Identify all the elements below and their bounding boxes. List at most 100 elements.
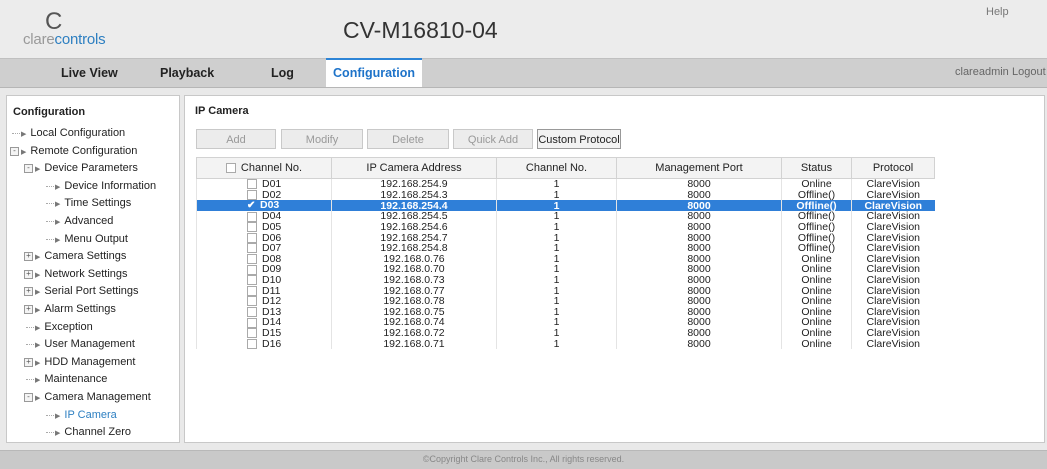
col-header-camera-channel[interactable]: Channel No. [496,157,617,179]
checkbox-icon[interactable] [247,222,257,233]
section-title: IP Camera [195,105,249,117]
checkbox-icon[interactable] [247,296,257,307]
clare-controls-logo: C clarecontrols [23,8,133,52]
sidebar-item-camera-management[interactable]: ▶ Camera Management [35,389,151,405]
tab-live-view[interactable]: Live View [61,59,118,87]
table-row[interactable]: D12 192.168.0.78 1 8000 Online ClareVision [196,295,935,307]
sidebar-item-alarm-settings[interactable]: ▶ Alarm Settings [35,301,116,317]
sidebar-item-menu-output[interactable]: ▶ Menu Output [55,231,128,247]
add-button[interactable]: Add [196,129,276,149]
help-link[interactable]: Help [986,6,1009,18]
sidebar-item-hdd-management[interactable]: ▶ HDD Management [35,354,135,370]
table-row[interactable]: D10 192.168.0.73 1 8000 Online ClareVision [196,274,935,286]
sidebar-item-maintenance[interactable]: ▶ Maintenance [35,371,107,387]
table-row[interactable]: D01 192.168.254.9 1 8000 Online ClareVision [196,178,935,190]
checkmark-icon[interactable]: ✔ [247,201,256,211]
sidebar-item-label: User Management [44,338,135,351]
config-sidebar: Configuration ▶ Local Configuration ▶ Remot… [6,95,180,443]
triangle-right-icon: ▶ [35,377,41,385]
collapse-icon[interactable]: - [10,146,19,156]
sidebar-item-time-settings[interactable]: ▶ Time Settings [55,195,131,211]
cell-camera-channel: 1 [496,327,617,339]
collapse-icon[interactable]: - [24,164,33,174]
cell-protocol: ClareVision [851,295,935,307]
checkbox-icon[interactable] [247,264,257,275]
table-header-row: Channel No. IP Camera Address Channel No… [196,157,935,179]
col-header-ip-address[interactable]: IP Camera Address [331,157,497,179]
table-row[interactable]: D15 192.168.0.72 1 8000 Online ClareVision [196,327,935,339]
cell-status: Offline() [781,221,852,233]
col-header-status[interactable]: Status [781,157,852,179]
expand-icon[interactable]: + [24,252,33,262]
triangle-right-icon: ▶ [55,430,61,438]
checkbox-icon[interactable] [247,232,257,243]
sidebar-item-device-information[interactable]: ▶ Device Information [55,178,156,194]
checkbox-icon[interactable] [247,243,257,254]
modify-button[interactable]: Modify [281,129,363,149]
sidebar-item-label: Local Configuration [30,127,126,139]
sidebar-item-local-configuration[interactable]: ▶ Local Configuration [21,125,125,141]
checkbox-icon[interactable] [247,211,257,222]
table-row[interactable]: D07 192.168.254.8 1 8000 Offline() ClareVisio… [196,243,935,254]
sidebar-item-network-settings[interactable]: ▶ Network Settings [35,266,128,282]
cell-protocol: ClareVision [851,338,935,349]
triangle-right-icon: ▶ [35,324,41,332]
cell-channel[interactable]: D16 [196,338,332,349]
cell-management-port: 8000 [616,221,782,233]
sidebar-item-remote-configuration[interactable]: ▶ Remote Configuration [21,143,137,159]
col-header-management-port[interactable]: Management Port [616,157,782,179]
tab-playback[interactable]: Playback [160,59,214,87]
sidebar-item-device-parameters[interactable]: ▶ Device Parameters [35,160,138,176]
sidebar-item-serial-port-settings[interactable]: ▶ Serial Port Settings [35,283,139,299]
checkbox-icon[interactable] [247,253,257,264]
cell-management-port: 8000 [616,189,782,201]
cell-camera-channel: 1 [496,295,617,307]
tree-connector [46,221,54,222]
cell-camera-channel: 1 [496,274,617,286]
custom-protocol-button[interactable]: Custom Protocol [537,129,621,149]
checkbox-icon[interactable] [247,317,257,328]
col-header-protocol[interactable]: Protocol [851,157,935,179]
sidebar-item-ip-camera[interactable]: ▶ IP Camera [55,407,117,423]
quick-add-button[interactable]: Quick Add [453,129,533,149]
expand-icon[interactable]: + [24,269,33,279]
checkbox-icon[interactable] [247,285,257,296]
checkbox-icon[interactable] [247,190,257,200]
checkbox-icon[interactable] [247,275,257,286]
checkbox-icon[interactable] [247,306,257,317]
expand-icon[interactable]: + [24,305,33,314]
cell-management-port: 8000 [616,295,782,307]
tree-connector [26,344,34,346]
table-row[interactable]: D05 192.168.254.6 1 8000 Offline() ClareVisio… [196,221,935,233]
tab-configuration[interactable]: Configuration [326,58,422,87]
collapse-icon[interactable]: - [24,393,33,402]
sidebar-item-channel-zero[interactable]: ▶ Channel Zero [55,424,131,440]
sidebar-item-advanced[interactable]: ▶ Advanced [55,213,113,229]
sidebar-item-label: Advanced [64,215,114,227]
sidebar-item-camera-settings[interactable]: ▶ Camera Settings [35,248,126,264]
cell-status: Online [781,178,852,190]
cell-status: Online [781,295,852,307]
tree-connector [46,185,54,187]
delete-button[interactable]: Delete [367,129,449,149]
main-nav: Live View Playback Log Configuration cla… [0,58,1047,88]
logout-link[interactable]: Logout [1012,66,1046,78]
col-header-channel-no[interactable]: Channel No. [196,157,332,179]
sidebar-item-exception[interactable]: ▶ Exception [35,319,93,335]
triangle-right-icon: ▶ [21,148,27,156]
table-row[interactable]: D02 192.168.254.3 1 8000 Offline() ClareVisio… [196,189,935,201]
checkbox-icon[interactable] [247,179,257,190]
checkbox-icon[interactable] [247,328,257,339]
tree-connector [46,432,54,434]
triangle-right-icon: ▶ [55,219,61,226]
sidebar-item-label: Menu Output [64,232,128,245]
table-row[interactable]: D16 192.168.0.71 1 8000 Online ClareVision [196,338,935,349]
select-all-checkbox-icon[interactable] [225,163,236,174]
cell-protocol: ClareVision [851,178,935,190]
expand-icon[interactable]: + [24,287,33,297]
cell-ip-address: 192.168.254.9 [331,178,497,190]
expand-icon[interactable]: + [24,357,33,367]
tab-log[interactable]: Log [271,59,294,87]
checkbox-icon[interactable] [247,338,257,349]
sidebar-item-user-management[interactable]: ▶ User Management [35,336,135,352]
